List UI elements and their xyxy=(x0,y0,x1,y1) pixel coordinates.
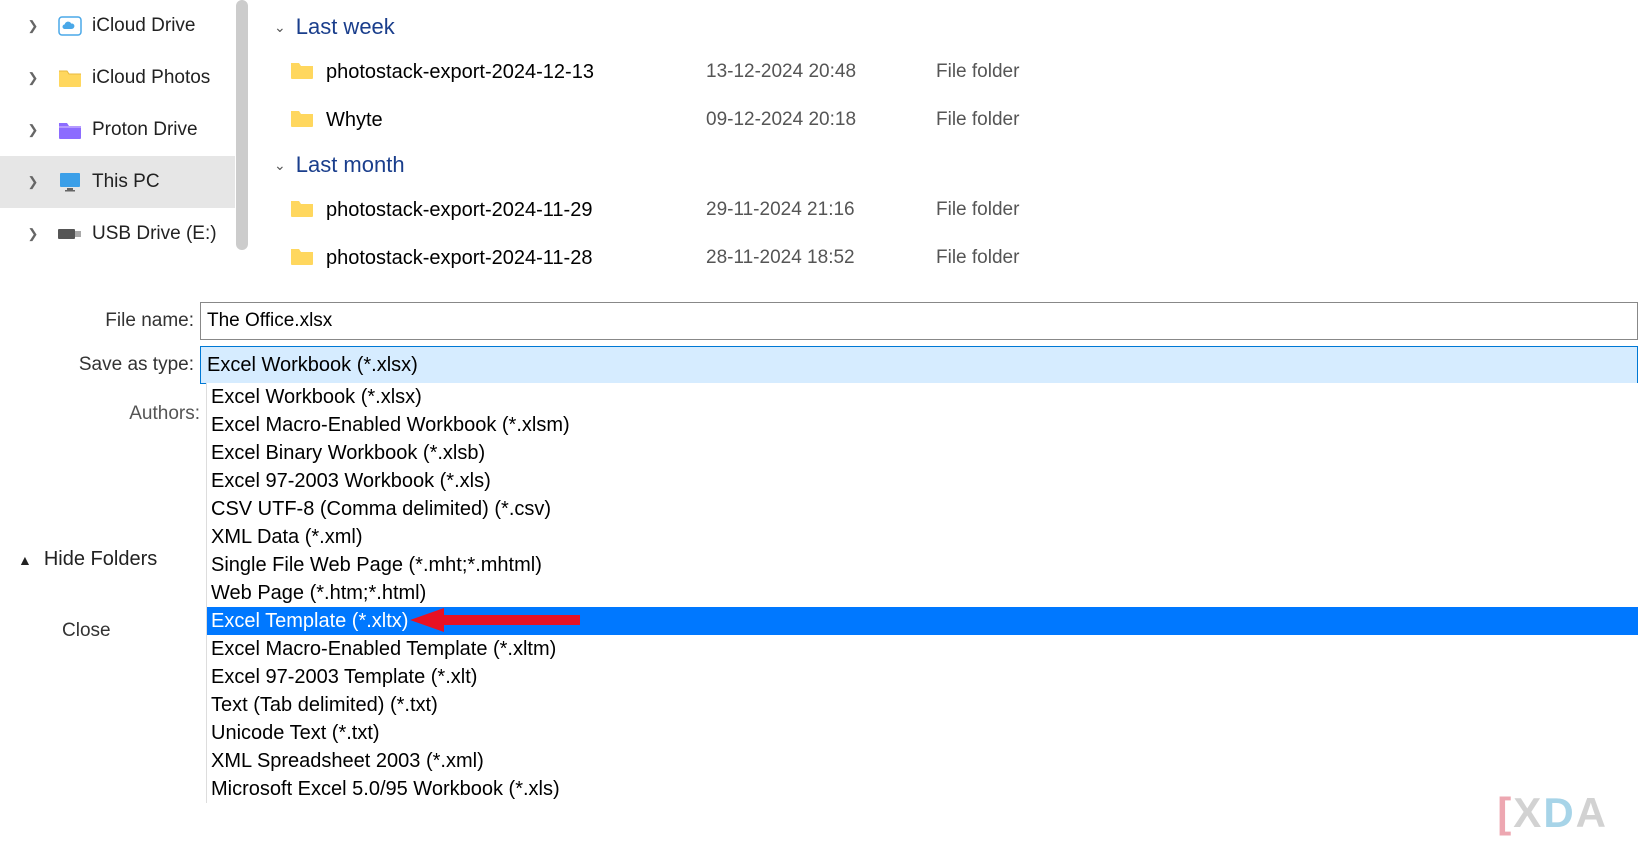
chevron-down-icon: ⌄ xyxy=(274,157,286,174)
filename-label: File name: xyxy=(0,310,200,332)
file-date: 09-12-2024 20:18 xyxy=(706,109,936,131)
sidebar-item-icloud-drive[interactable]: ❯ iCloud Drive xyxy=(0,0,235,52)
file-type-option[interactable]: Excel Macro-Enabled Template (*.xltm) xyxy=(207,635,1638,663)
chevron-right-icon: ❯ xyxy=(28,73,38,83)
file-type-option[interactable]: Excel Workbook (*.xlsx) xyxy=(207,383,1638,411)
xda-watermark: [XDA xyxy=(1497,789,1608,837)
file-date: 28-11-2024 18:52 xyxy=(706,247,936,269)
file-type-option[interactable]: Microsoft Excel 5.0/95 Workbook (*.xls) xyxy=(207,775,1638,803)
authors-label: Authors: xyxy=(0,403,200,425)
file-type-option[interactable]: Excel Macro-Enabled Workbook (*.xlsm) xyxy=(207,411,1638,439)
close-button[interactable]: Close xyxy=(62,620,111,642)
chevron-right-icon: ❯ xyxy=(28,229,38,239)
sidebar-item-label: Proton Drive xyxy=(92,119,198,141)
chevron-right-icon: ❯ xyxy=(28,125,38,135)
group-title: Last week xyxy=(296,14,395,40)
sidebar-scrollbar[interactable] xyxy=(236,0,248,250)
file-type-option[interactable]: Excel Binary Workbook (*.xlsb) xyxy=(207,439,1638,467)
file-list: ⌄ Last week photostack-export-2024-12-1313… xyxy=(260,0,1638,300)
file-type-option[interactable]: Unicode Text (*.txt) xyxy=(207,719,1638,747)
file-name: Whyte xyxy=(326,109,706,132)
file-type-option[interactable]: Web Page (*.htm;*.html) xyxy=(207,579,1638,607)
sidebar-item-label: USB Drive (E:) xyxy=(92,223,217,245)
sidebar-item-label: iCloud Drive xyxy=(92,15,195,37)
save-dialog: ❯ iCloud Drive ❯ iCloud Photos ❯ Proton Drive… xyxy=(0,0,1638,855)
hide-folders-label: Hide Folders xyxy=(44,548,157,571)
file-type-option[interactable]: Text (Tab delimited) (*.txt) xyxy=(207,691,1638,719)
usb-icon xyxy=(58,222,82,246)
file-type-option[interactable]: Excel Template (*.xltx) xyxy=(207,607,1638,635)
filename-input[interactable] xyxy=(200,302,1638,340)
chevron-up-icon: ▲ xyxy=(18,552,32,568)
file-type: File folder xyxy=(936,247,1019,269)
proton-icon xyxy=(58,118,82,142)
sidebar-item-label: This PC xyxy=(92,171,160,193)
file-row[interactable]: photostack-export-2024-11-2828-11-2024 1… xyxy=(260,234,1638,282)
sidebar-item-this-pc[interactable]: ❯ This PC xyxy=(0,156,235,208)
save-form: File name: Save as type: Excel Workbook … xyxy=(0,302,1638,390)
sidebar-item-label: iCloud Photos xyxy=(92,67,210,89)
chevron-right-icon: ❯ xyxy=(28,21,38,31)
file-type-option[interactable]: CSV UTF-8 (Comma delimited) (*.csv) xyxy=(207,495,1638,523)
sidebar-item-usb-drive-e-[interactable]: ❯ USB Drive (E:) xyxy=(0,208,235,260)
file-row[interactable]: photostack-export-2024-11-2929-11-2024 2… xyxy=(260,186,1638,234)
file-type: File folder xyxy=(936,61,1019,83)
file-type-dropdown[interactable]: Excel Workbook (*.xlsx)Excel Macro-Enabl… xyxy=(206,383,1638,803)
group-header[interactable]: ⌄ Last month xyxy=(260,144,1638,186)
file-row[interactable]: photostack-export-2024-12-1313-12-2024 2… xyxy=(260,48,1638,96)
save-as-type-label: Save as type: xyxy=(0,354,200,376)
folder-icon xyxy=(290,246,326,271)
nav-sidebar: ❯ iCloud Drive ❯ iCloud Photos ❯ Proton Drive… xyxy=(0,0,235,290)
file-date: 13-12-2024 20:48 xyxy=(706,61,936,83)
chevron-down-icon: ⌄ xyxy=(274,19,286,36)
folder-icon xyxy=(290,108,326,133)
group-title: Last month xyxy=(296,152,405,178)
folder-yellow-icon xyxy=(58,66,82,90)
file-type-option[interactable]: Excel 97-2003 Workbook (*.xls) xyxy=(207,467,1638,495)
file-name: photostack-export-2024-12-13 xyxy=(326,61,706,84)
file-type-option[interactable]: Excel 97-2003 Template (*.xlt) xyxy=(207,663,1638,691)
file-type-option[interactable]: Single File Web Page (*.mht;*.mhtml) xyxy=(207,551,1638,579)
file-name: photostack-export-2024-11-28 xyxy=(326,247,706,270)
file-type-option[interactable]: XML Spreadsheet 2003 (*.xml) xyxy=(207,747,1638,775)
sidebar-item-icloud-photos[interactable]: ❯ iCloud Photos xyxy=(0,52,235,104)
file-row[interactable]: Whyte09-12-2024 20:18File folder xyxy=(260,96,1638,144)
group-header[interactable]: ⌄ Last week xyxy=(260,6,1638,48)
chevron-right-icon: ❯ xyxy=(28,177,38,187)
file-type: File folder xyxy=(936,199,1019,221)
hide-folders-button[interactable]: ▲ Hide Folders xyxy=(18,548,157,571)
file-name: photostack-export-2024-11-29 xyxy=(326,199,706,222)
file-date: 29-11-2024 21:16 xyxy=(706,199,936,221)
folder-icon xyxy=(290,198,326,223)
save-as-type-select[interactable]: Excel Workbook (*.xlsx) xyxy=(200,346,1638,384)
icloud-icon xyxy=(58,14,82,38)
folder-icon xyxy=(290,60,326,85)
sidebar-item-proton-drive[interactable]: ❯ Proton Drive xyxy=(0,104,235,156)
file-type: File folder xyxy=(936,109,1019,131)
file-type-option[interactable]: XML Data (*.xml) xyxy=(207,523,1638,551)
monitor-icon xyxy=(58,170,82,194)
